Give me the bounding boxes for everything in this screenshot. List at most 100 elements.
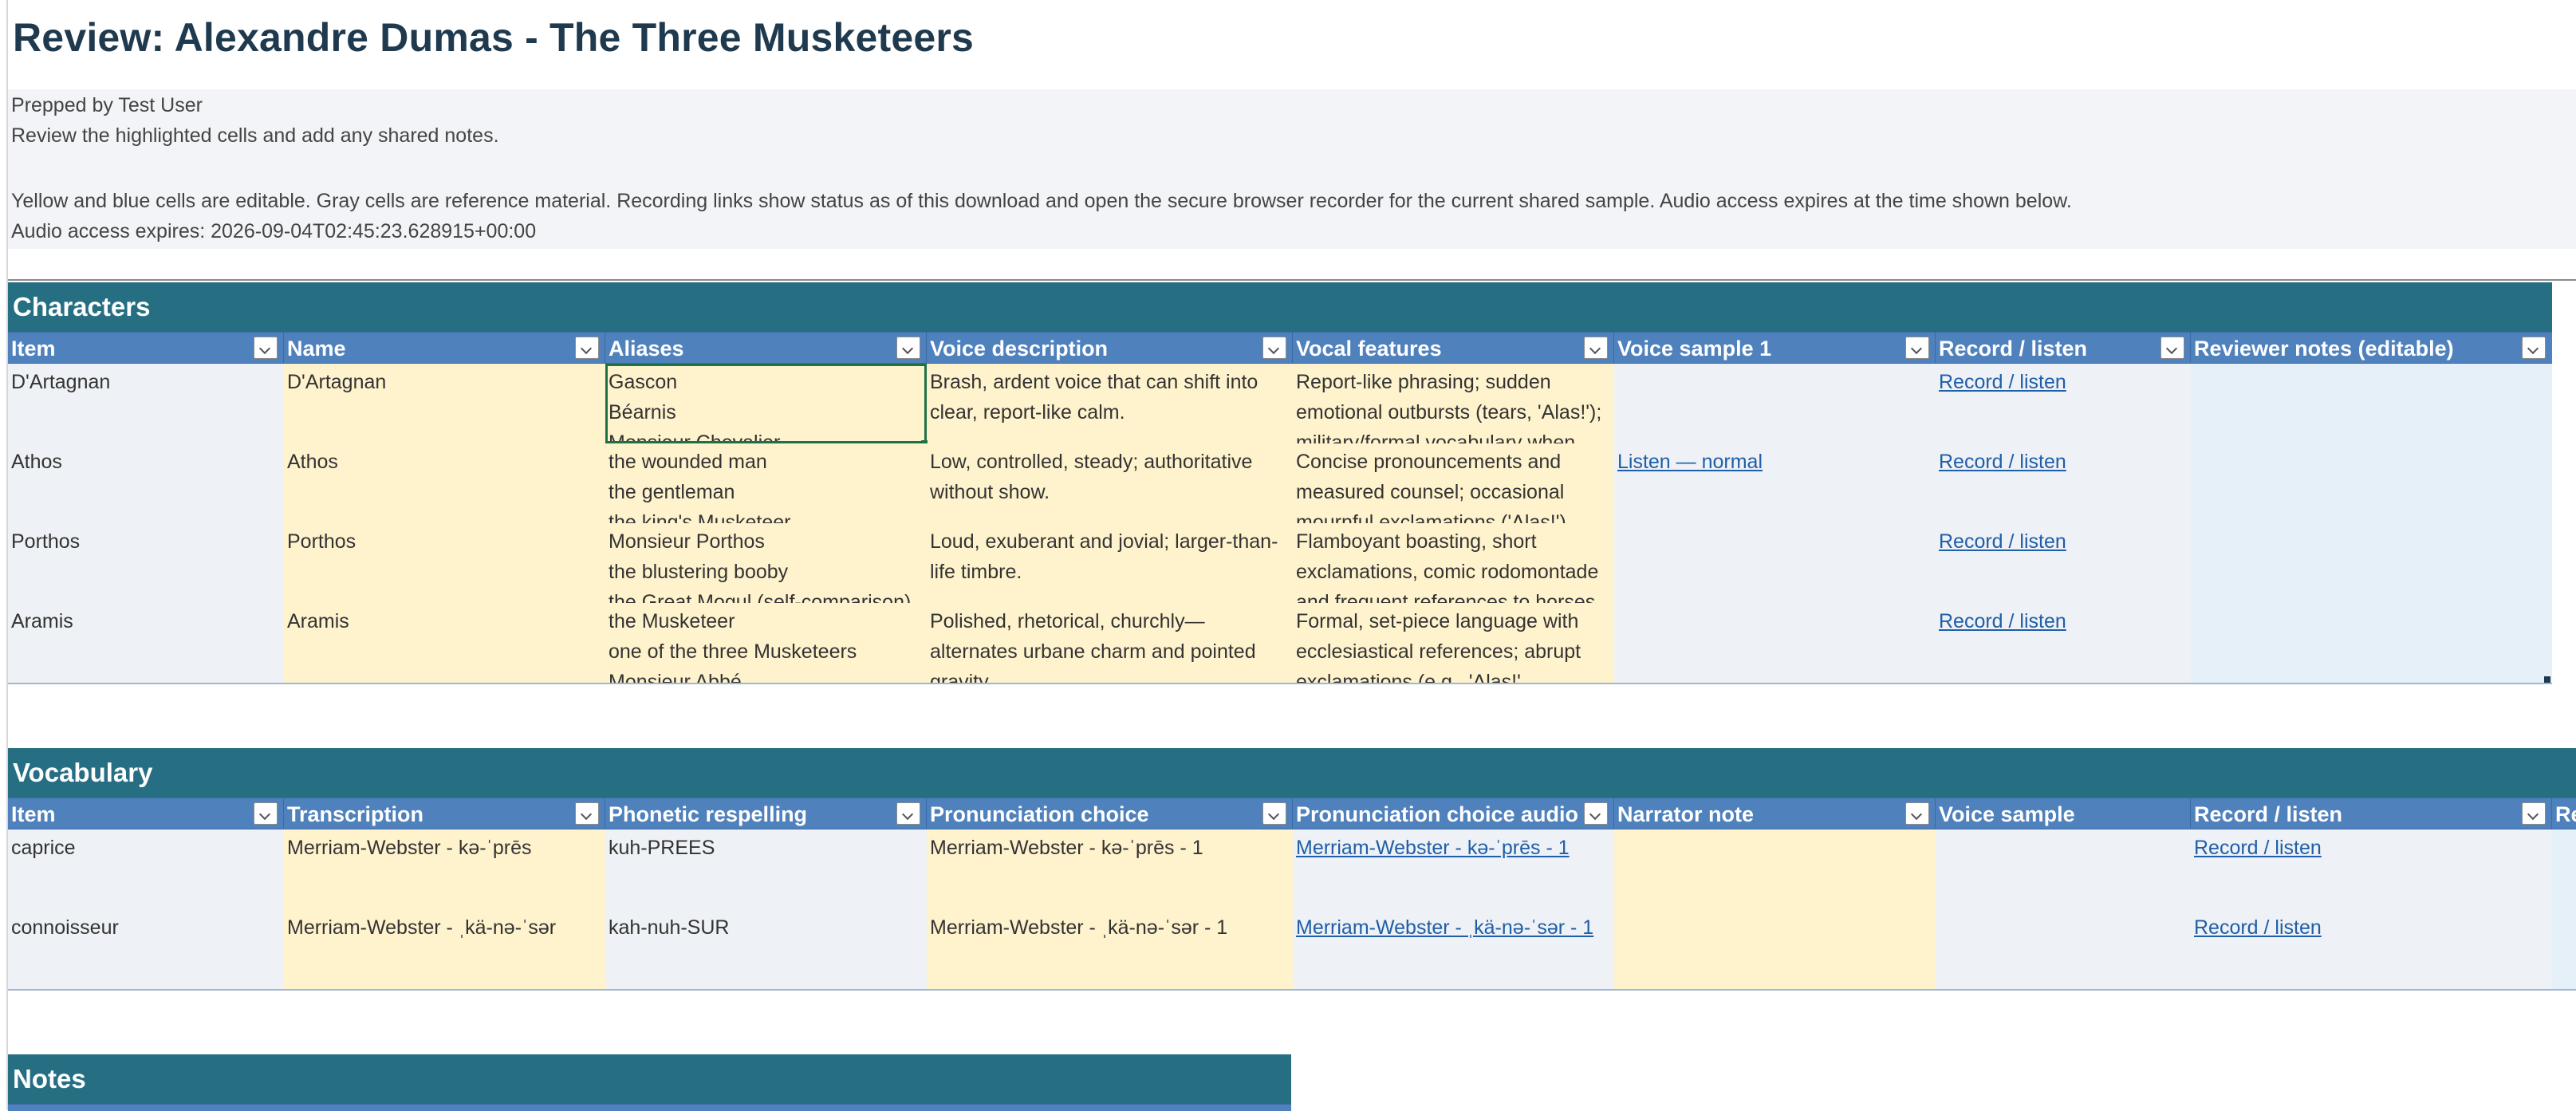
cell-vocal-features[interactable]: Formal, set-piece language with ecclesia… <box>1293 603 1614 683</box>
alias-text: the blustering booby <box>609 561 789 583</box>
alias-text: the wounded man <box>609 451 767 473</box>
filter-dropdown-icon[interactable] <box>2160 337 2184 359</box>
column-header-item[interactable]: Item <box>8 333 284 363</box>
vocabulary-section-title: Vocabulary <box>8 748 2576 798</box>
cell-voice-description[interactable]: Brash, ardent voice that can shift into … <box>927 364 1293 443</box>
filter-dropdown-icon[interactable] <box>1262 337 1286 359</box>
page-title: Review: Alexandre Dumas - The Three Musk… <box>13 15 975 60</box>
alias-text: the king's Musketeer <box>609 511 791 523</box>
record-listen-link[interactable]: Record / listen <box>2194 916 2322 939</box>
cell-truncated[interactable] <box>2552 909 2576 989</box>
table-resize-handle[interactable] <box>2544 676 2550 683</box>
filter-dropdown-icon[interactable] <box>896 802 920 825</box>
cell-voice-description[interactable]: Polished, rhetorical, churchly—alternate… <box>927 603 1293 683</box>
filter-dropdown-icon[interactable] <box>254 337 278 359</box>
record-listen-link[interactable]: Record / listen <box>1939 451 2066 473</box>
cell-name[interactable]: Aramis <box>284 603 605 683</box>
cell-pronunciation-choice[interactable]: Merriam-Webster - ˌkä-nə-ˈsər - 1 <box>927 909 1293 989</box>
alias-text: Gascon <box>609 371 678 393</box>
filter-dropdown-icon[interactable] <box>1262 802 1286 825</box>
listen-normal-link[interactable]: Listen — normal <box>1617 451 1763 473</box>
cell-phonetic-respelling: kah-nuh-SUR <box>605 909 927 989</box>
column-header-record-listen[interactable]: Record / listen <box>2191 798 2552 829</box>
cell-truncated[interactable] <box>2552 829 2576 909</box>
cell-aliases[interactable]: the wounded man the gentleman the king's… <box>605 443 927 523</box>
cell-item: Aramis <box>8 603 284 683</box>
alias-text: Monsieur Chevalier <box>609 431 781 443</box>
alias-text: Béarnis <box>609 401 676 424</box>
table-row: Aramis Aramis the Musketeer one of the t… <box>8 603 2552 684</box>
filter-dropdown-icon[interactable] <box>575 802 599 825</box>
legend-text: Yellow and blue cells are editable. Gray… <box>11 190 2072 212</box>
record-listen-link[interactable]: Record / listen <box>1939 530 2066 553</box>
column-header-name[interactable]: Name <box>284 333 605 363</box>
column-header-phonetic-respelling[interactable]: Phonetic respelling <box>605 798 927 829</box>
cell-name[interactable]: Athos <box>284 443 605 523</box>
filter-dropdown-icon[interactable] <box>1905 802 1929 825</box>
record-listen-link[interactable]: Record / listen <box>2194 837 2322 859</box>
column-header-reviewer-notes[interactable]: Reviewer notes (editable) <box>2191 333 2552 363</box>
record-listen-link[interactable]: Record / listen <box>1939 610 2066 632</box>
cell-phonetic-respelling: kuh-PREES <box>605 829 927 909</box>
alias-text: Monsieur Abbé <box>609 671 742 683</box>
column-header-vocal-features[interactable]: Vocal features <box>1293 333 1614 363</box>
characters-header-row: Item Name Aliases Voice description Voca… <box>8 332 2552 364</box>
alias-text: the Great Mogul (self-comparison) <box>609 591 912 603</box>
cell-voice-sample <box>1614 523 1936 603</box>
cell-pronunciation-choice[interactable]: Merriam-Webster - kə-ˈprēs - 1 <box>927 829 1293 909</box>
alias-text: the gentleman <box>609 481 735 503</box>
cell-record: Record / listen <box>2191 829 2552 909</box>
cell-pronunciation-audio: Merriam-Webster - ˌkä-nə-ˈsər - 1 <box>1293 909 1614 989</box>
cell-transcription[interactable]: Merriam-Webster - kə-ˈprēs <box>284 829 605 909</box>
cell-aliases[interactable]: Gascon Béarnis Monsieur Chevalier <box>605 364 927 443</box>
instruction-text: Review the highlighted cells and add any… <box>11 124 499 147</box>
column-header-voice-description[interactable]: Voice description <box>927 333 1293 363</box>
cell-vocal-features[interactable]: Concise pronouncements and measured coun… <box>1293 443 1614 523</box>
column-header-pronunciation-choice[interactable]: Pronunciation choice <box>927 798 1293 829</box>
filter-dropdown-icon[interactable] <box>1584 337 1608 359</box>
cell-item: D'Artagnan <box>8 364 284 443</box>
cell-voice-description[interactable]: Low, controlled, steady; authoritative w… <box>927 443 1293 523</box>
column-header-voice-sample[interactable]: Voice sample <box>1936 798 2191 829</box>
column-header-pronunciation-audio[interactable]: Pronunciation choice audio <box>1293 798 1614 829</box>
filter-dropdown-icon[interactable] <box>575 337 599 359</box>
column-header-transcription[interactable]: Transcription <box>284 798 605 829</box>
filter-dropdown-icon[interactable] <box>896 337 920 359</box>
pronunciation-audio-link[interactable]: Merriam-Webster - ˌkä-nə-ˈsər - 1 <box>1296 916 1593 939</box>
filter-dropdown-icon[interactable] <box>1905 337 1929 359</box>
column-header-item[interactable]: Item <box>8 798 284 829</box>
cell-name[interactable]: D'Artagnan <box>284 364 605 443</box>
cell-aliases[interactable]: the Musketeer one of the three Musketeer… <box>605 603 927 683</box>
cell-vocal-features[interactable]: Flamboyant boasting, short exclamations,… <box>1293 523 1614 603</box>
cell-item: caprice <box>8 829 284 909</box>
filter-dropdown-icon[interactable] <box>2522 337 2546 359</box>
filter-dropdown-icon[interactable] <box>2522 802 2546 825</box>
column-header-record-listen[interactable]: Record / listen <box>1936 333 2191 363</box>
column-header-voice-sample-1[interactable]: Voice sample 1 <box>1614 333 1936 363</box>
cell-voice-sample <box>1614 603 1936 683</box>
column-header-aliases[interactable]: Aliases <box>605 333 927 363</box>
column-header-narrator-note[interactable]: Narrator note <box>1614 798 1936 829</box>
expires-text: Audio access expires: 2026-09-04T02:45:2… <box>11 220 537 242</box>
notes-section-title: Notes <box>8 1054 1291 1104</box>
cell-voice-description[interactable]: Loud, exuberant and jovial; larger-than-… <box>927 523 1293 603</box>
record-listen-link[interactable]: Record / listen <box>1939 371 2066 393</box>
cell-reviewer-notes[interactable] <box>2191 443 2552 523</box>
cell-aliases[interactable]: Monsieur Porthos the blustering booby th… <box>605 523 927 603</box>
alias-text: the Musketeer <box>609 610 735 632</box>
pronunciation-audio-link[interactable]: Merriam-Webster - kə-ˈprēs - 1 <box>1296 837 1570 859</box>
cell-name[interactable]: Porthos <box>284 523 605 603</box>
column-header-truncated[interactable]: Re <box>2552 798 2576 829</box>
divider <box>8 279 2576 281</box>
cell-reviewer-notes[interactable] <box>2191 523 2552 603</box>
cell-transcription[interactable]: Merriam-Webster - ˌkä-nə-ˈsər <box>284 909 605 989</box>
filter-dropdown-icon[interactable] <box>1584 802 1608 825</box>
cell-narrator-note[interactable] <box>1614 829 1936 909</box>
cell-reviewer-notes[interactable] <box>2191 603 2552 683</box>
cell-narrator-note[interactable] <box>1614 909 1936 989</box>
table-row: Athos Athos the wounded man the gentlema… <box>8 443 2552 525</box>
cell-reviewer-notes[interactable] <box>2191 364 2552 443</box>
cell-vocal-features[interactable]: Report-like phrasing; sudden emotional o… <box>1293 364 1614 443</box>
info-panel: Prepped by Test User Review the highligh… <box>8 89 2576 249</box>
filter-dropdown-icon[interactable] <box>254 802 278 825</box>
